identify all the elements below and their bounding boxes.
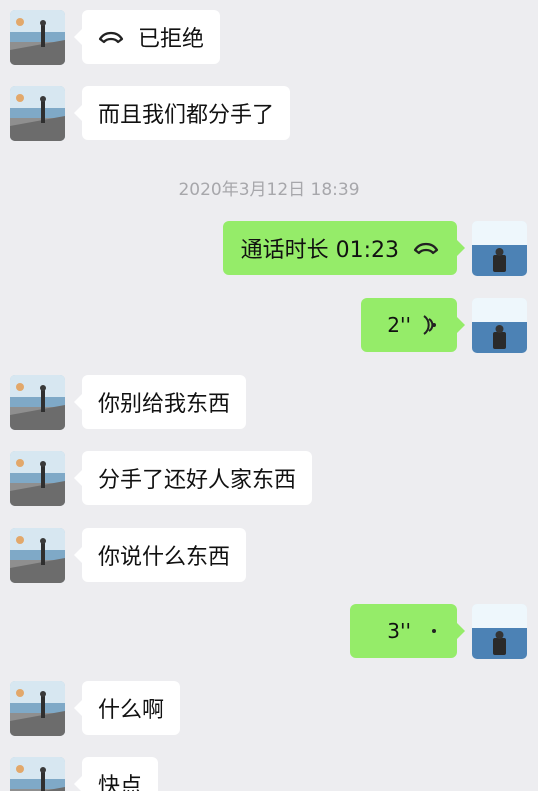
chat-timestamp: 2020年3月12日 18:39: [178, 180, 360, 200]
phone-handset-icon: [98, 29, 124, 45]
message-text: 分手了还好人家东西: [98, 468, 297, 493]
contact-avatar-image: [10, 528, 65, 583]
voice-wave-icon: [421, 315, 439, 335]
user-avatar[interactable]: [472, 221, 527, 276]
user-avatar-image: [472, 298, 527, 353]
user-avatar[interactable]: [472, 298, 527, 353]
message-text: 快点: [98, 774, 143, 791]
received-message-bubble[interactable]: 你说什么东西: [73, 528, 247, 582]
sent-voice-message[interactable]: 2'': [361, 298, 465, 352]
voice-duration: 2'': [387, 313, 411, 337]
sent-voice-message[interactable]: 3'': [350, 604, 465, 658]
contact-avatar[interactable]: [10, 86, 65, 141]
received-message-bubble[interactable]: 而且我们都分手了: [73, 86, 291, 140]
message-text: 你说什么东西: [98, 545, 231, 570]
chat-view: 已拒绝 而且我们都分手了 2020年3月12日 18:39 通话时长 01:23: [0, 0, 538, 791]
contact-avatar[interactable]: [10, 757, 65, 791]
user-avatar[interactable]: [472, 604, 527, 659]
received-call-bubble[interactable]: 已拒绝: [73, 10, 221, 64]
contact-avatar-image: [10, 10, 65, 65]
user-avatar-image: [472, 221, 527, 276]
received-message-bubble[interactable]: 快点: [73, 757, 159, 791]
voice-duration: 3'': [387, 619, 411, 643]
received-message-bubble[interactable]: 分手了还好人家东西: [73, 451, 313, 505]
contact-avatar-image: [10, 86, 65, 141]
user-avatar-image: [472, 604, 527, 659]
message-text: 通话时长 01:23: [240, 238, 399, 263]
contact-avatar[interactable]: [10, 10, 65, 65]
voice-wave-icon: [421, 621, 439, 641]
received-message-bubble[interactable]: 什么啊: [73, 681, 181, 735]
received-message-bubble[interactable]: 你别给我东西: [73, 375, 247, 429]
message-text: 已拒绝: [138, 27, 205, 52]
contact-avatar-image: [10, 375, 65, 430]
sent-call-bubble[interactable]: 通话时长 01:23: [222, 221, 466, 275]
contact-avatar[interactable]: [10, 451, 65, 506]
contact-avatar-image: [10, 681, 65, 736]
message-text: 而且我们都分手了: [98, 103, 275, 128]
message-text: 什么啊: [98, 698, 165, 723]
contact-avatar-image: [10, 451, 65, 506]
contact-avatar[interactable]: [10, 681, 65, 736]
message-text: 你别给我东西: [98, 392, 231, 417]
contact-avatar-image: [10, 757, 65, 791]
contact-avatar[interactable]: [10, 375, 65, 430]
contact-avatar[interactable]: [10, 528, 65, 583]
phone-handset-icon: [413, 240, 439, 256]
